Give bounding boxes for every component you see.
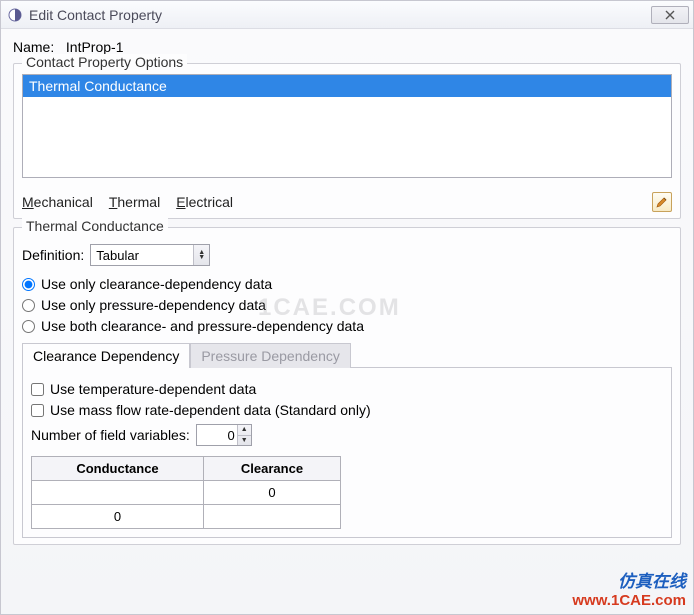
table-cell[interactable] (32, 481, 204, 505)
name-label: Name: (13, 39, 54, 55)
radio-clearance-only-input[interactable] (22, 278, 35, 291)
table-cell[interactable]: 0 (203, 481, 340, 505)
check-massflow-label: Use mass flow rate-dependent data (Stand… (50, 402, 371, 418)
radio-both-input[interactable] (22, 320, 35, 333)
window-title: Edit Contact Property (29, 7, 651, 23)
tab-clearance-dependency[interactable]: Clearance Dependency (22, 343, 190, 368)
check-temperature-label: Use temperature-dependent data (50, 381, 256, 397)
list-item[interactable]: Thermal Conductance (23, 75, 671, 97)
options-groupbox: Contact Property Options Thermal Conduct… (13, 63, 681, 219)
tab-pressure-dependency[interactable]: Pressure Dependency (190, 343, 351, 368)
check-temperature[interactable]: Use temperature-dependent data (31, 381, 663, 397)
section-title: Thermal Conductance (22, 218, 168, 234)
titlebar: Edit Contact Property (1, 1, 693, 29)
table-cell[interactable] (203, 505, 340, 529)
spinner-icon[interactable]: ▲ ▼ (237, 425, 251, 445)
definition-row: Definition: Tabular ▲▼ (22, 244, 672, 266)
check-massflow-input[interactable] (31, 404, 44, 417)
tab-thermal[interactable]: Thermal (109, 194, 160, 210)
inner-tabs: Clearance Dependency Pressure Dependency (22, 342, 672, 367)
category-tab-row: Mechanical Thermal Electrical (22, 192, 672, 212)
check-temperature-input[interactable] (31, 383, 44, 396)
watermark-corner: 仿真在线 www.1CAE.com (572, 567, 686, 609)
radio-pressure-only-label: Use only pressure-dependency data (41, 297, 266, 313)
definition-combo[interactable]: Tabular ▲▼ (90, 244, 210, 266)
name-row: Name: IntProp-1 (13, 39, 681, 55)
spin-up-icon[interactable]: ▲ (238, 425, 251, 436)
radio-clearance-only[interactable]: Use only clearance-dependency data (22, 276, 672, 292)
close-button[interactable] (651, 6, 689, 24)
field-variables-input[interactable]: 0 ▲ ▼ (196, 424, 252, 446)
field-variables-row: Number of field variables: 0 ▲ ▼ (31, 424, 663, 446)
edit-button[interactable] (652, 192, 672, 212)
dialog-window: Edit Contact Property Name: IntProp-1 Co… (0, 0, 694, 615)
table-row[interactable]: 0 (32, 505, 341, 529)
spin-down-icon[interactable]: ▼ (238, 436, 251, 446)
name-value: IntProp-1 (66, 39, 124, 55)
radio-pressure-only-input[interactable] (22, 299, 35, 312)
radio-clearance-only-label: Use only clearance-dependency data (41, 276, 272, 292)
definition-label: Definition: (22, 247, 84, 263)
table-row[interactable]: 0 (32, 481, 341, 505)
check-massflow[interactable]: Use mass flow rate-dependent data (Stand… (31, 402, 663, 418)
table-header-conductance: Conductance (32, 457, 204, 481)
radio-pressure-only[interactable]: Use only pressure-dependency data (22, 297, 672, 313)
app-icon (7, 7, 23, 23)
watermark-line1: 仿真在线 (572, 567, 686, 592)
field-variables-value: 0 (228, 428, 235, 443)
definition-value: Tabular (96, 248, 139, 263)
options-listbox[interactable]: Thermal Conductance (22, 74, 672, 178)
table-header-clearance: Clearance (203, 457, 340, 481)
thermal-conductance-group: Thermal Conductance Definition: Tabular … (13, 227, 681, 545)
combo-arrow-icon: ▲▼ (193, 245, 209, 265)
table-header-row: Conductance Clearance (32, 457, 341, 481)
field-variables-label: Number of field variables: (31, 427, 190, 443)
tab-mechanical[interactable]: Mechanical (22, 194, 93, 210)
table-cell[interactable]: 0 (32, 505, 204, 529)
radio-both-label: Use both clearance- and pressure-depende… (41, 318, 364, 334)
clearance-dependency-pane: Use temperature-dependent data Use mass … (22, 367, 672, 538)
data-table[interactable]: Conductance Clearance 0 0 (31, 456, 341, 529)
options-group-label: Contact Property Options (22, 54, 187, 70)
watermark-line2: www.1CAE.com (572, 592, 686, 609)
radio-both[interactable]: Use both clearance- and pressure-depende… (22, 318, 672, 334)
tab-electrical[interactable]: Electrical (176, 194, 233, 210)
dialog-content: Name: IntProp-1 Contact Property Options… (1, 29, 693, 555)
